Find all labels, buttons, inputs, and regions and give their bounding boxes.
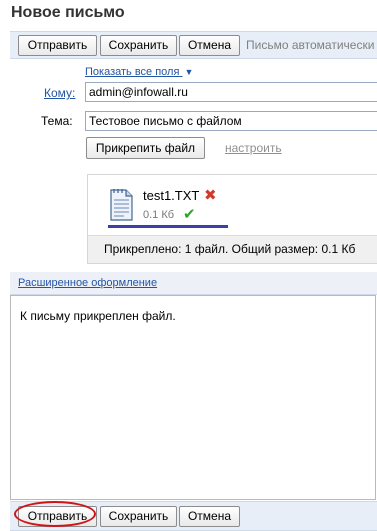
attachment-file-size: 0.1 Кб bbox=[143, 209, 175, 221]
message-editor[interactable]: К письму прикреплен файл. bbox=[10, 295, 376, 500]
subject-label: Тема: bbox=[41, 114, 73, 128]
save-button-bottom[interactable]: Сохранить bbox=[100, 506, 177, 527]
page-title: Новое письмо bbox=[11, 4, 125, 21]
chevron-down-icon: ▼ bbox=[184, 67, 194, 77]
to-label-link[interactable]: Кому: bbox=[44, 86, 75, 100]
cancel-button[interactable]: Отмена bbox=[179, 35, 240, 56]
to-field[interactable]: admin@infowall.ru bbox=[85, 82, 377, 102]
upload-complete-check-icon: ✔ bbox=[183, 205, 196, 223]
save-button[interactable]: Сохранить bbox=[100, 35, 177, 56]
show-all-fields-link[interactable]: Показать все поля ▼ bbox=[85, 66, 193, 78]
remove-attachment-icon[interactable]: ✖ bbox=[204, 186, 217, 204]
advanced-formatting-bar: Расширенное оформление bbox=[10, 272, 377, 295]
send-button[interactable]: Отправить bbox=[18, 35, 97, 56]
cancel-button-bottom[interactable]: Отмена bbox=[179, 506, 240, 527]
configure-link[interactable]: настроить bbox=[225, 141, 282, 155]
highlight-circle-annotation bbox=[14, 501, 96, 527]
text-file-icon bbox=[110, 189, 133, 221]
top-toolbar: Отправить Сохранить Отмена Письмо автома… bbox=[10, 31, 377, 59]
advanced-formatting-link[interactable]: Расширенное оформление bbox=[18, 277, 157, 289]
attachment-panel: test1.TXT ✖ 0.1 Кб ✔ Прикреплено: 1 файл… bbox=[87, 174, 377, 264]
attachment-summary-bar: Прикреплено: 1 файл. Общий размер: 0.1 К… bbox=[88, 235, 377, 263]
autosave-note: Письмо автоматически bbox=[246, 38, 375, 52]
show-all-fields-label: Показать все поля bbox=[85, 66, 180, 78]
attachment-summary: Прикреплено: 1 файл. Общий размер: 0.1 К… bbox=[104, 242, 356, 256]
upload-progress-bar bbox=[108, 225, 228, 228]
upload-progress-fill bbox=[108, 225, 228, 228]
message-body-text: К письму прикреплен файл. bbox=[20, 309, 176, 323]
attach-file-button[interactable]: Прикрепить файл bbox=[86, 137, 205, 159]
subject-field[interactable]: Тестовое письмо с файлом bbox=[85, 111, 377, 131]
attachment-file-name: test1.TXT bbox=[143, 188, 200, 203]
